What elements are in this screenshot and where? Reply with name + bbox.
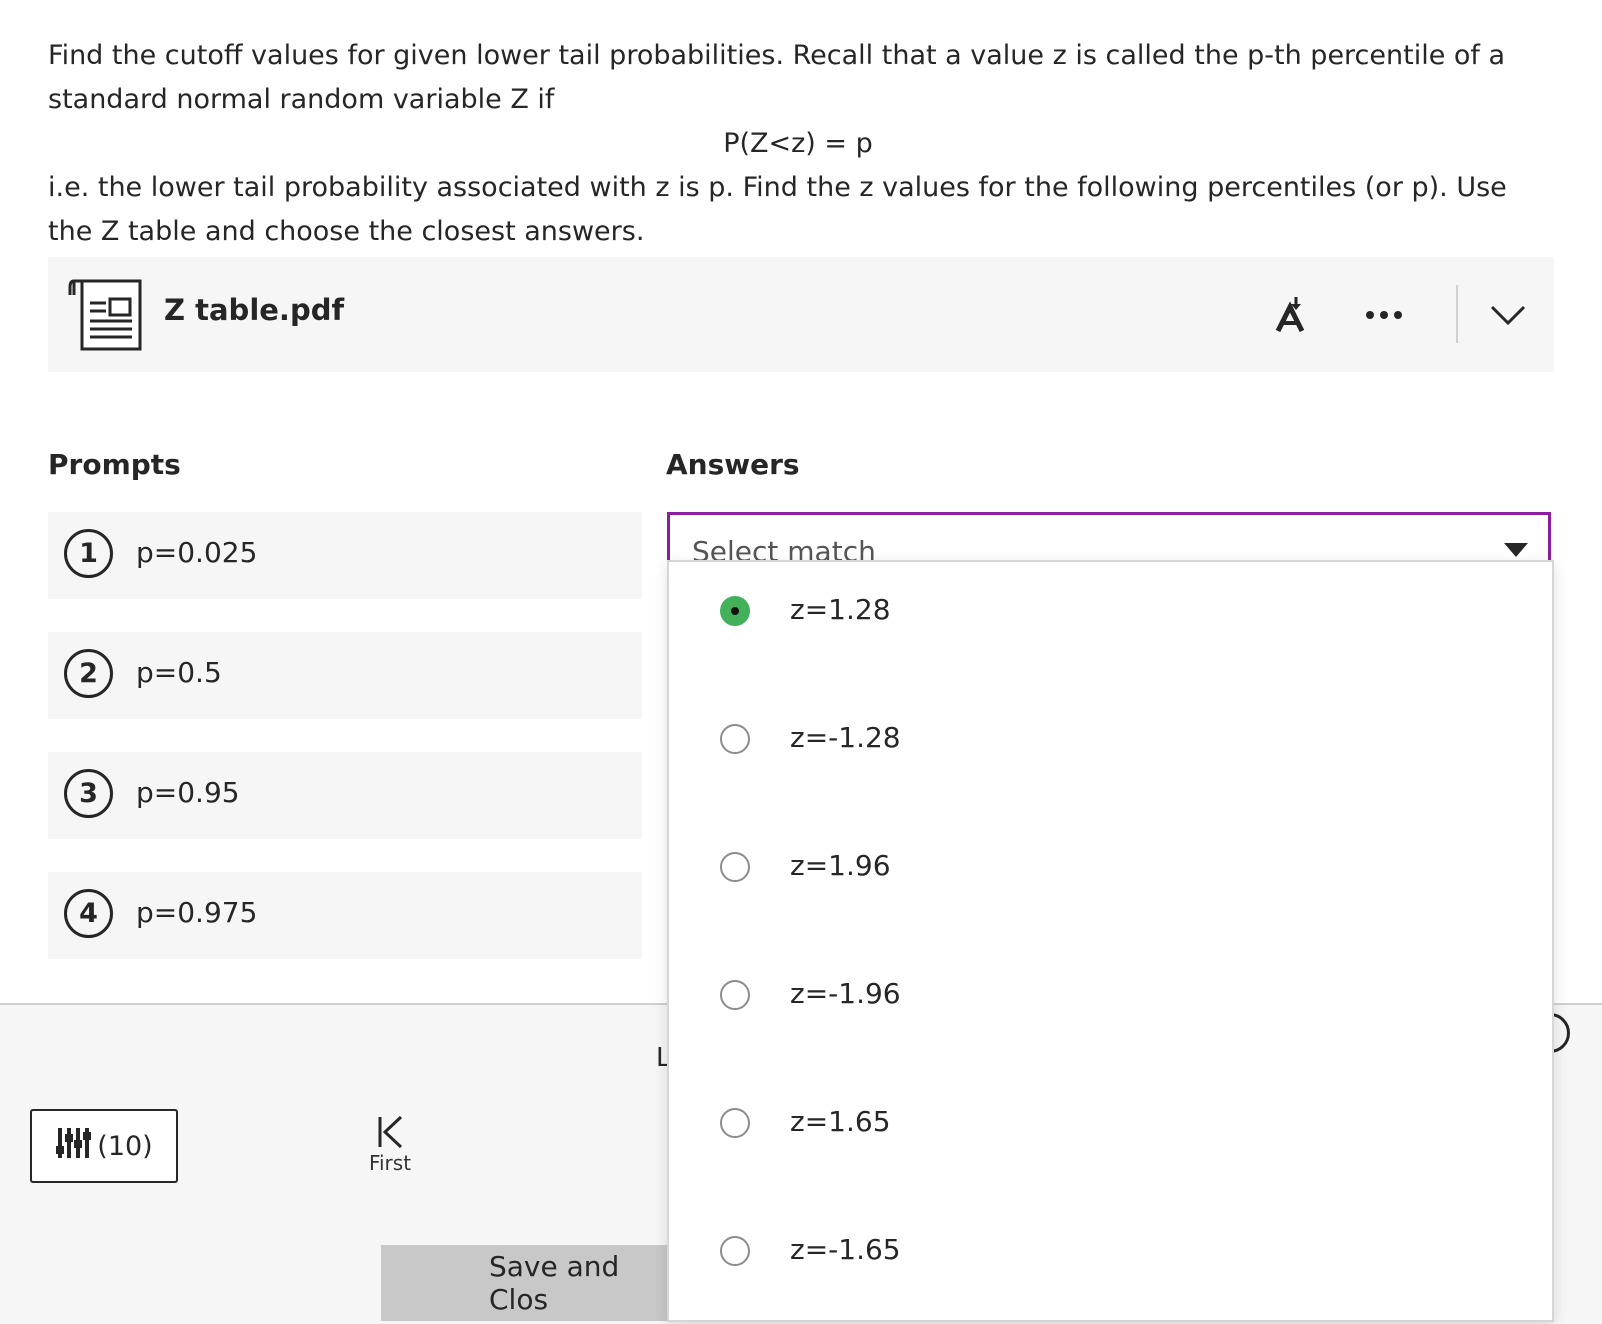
accessibility-download-icon[interactable] — [1262, 285, 1322, 345]
prompt-text: p=0.025 — [136, 536, 258, 569]
prompt-text: p=0.975 — [136, 896, 258, 929]
answer-option[interactable]: z=1.28 — [669, 562, 1552, 690]
prompt-number: 2 — [64, 649, 113, 698]
answer-option[interactable]: z=-1.96 — [669, 946, 1552, 1074]
prompt-item: 1 p=0.025 — [48, 512, 642, 599]
radio-unselected[interactable] — [720, 1236, 750, 1266]
answers-heading: Answers — [666, 448, 800, 481]
first-question-button[interactable]: First — [350, 1115, 430, 1175]
answer-option[interactable]: z=1.96 — [669, 818, 1552, 946]
question-formula: P(Z<z) = p — [723, 128, 873, 159]
prompts-heading: Prompts — [48, 448, 181, 481]
document-icon — [68, 275, 144, 353]
radio-unselected[interactable] — [720, 852, 750, 882]
filter-sliders-icon — [55, 1126, 92, 1167]
answer-dropdown-list: z=1.28 z=-1.28 z=1.96 z=-1.96 z=1.65 z=-… — [667, 560, 1554, 1322]
prompt-number: 4 — [64, 889, 113, 938]
radio-unselected[interactable] — [720, 980, 750, 1010]
radio-unselected[interactable] — [720, 1108, 750, 1138]
question-filter-button[interactable]: (10) — [30, 1109, 178, 1183]
filter-count: (10) — [97, 1130, 153, 1162]
caret-down-icon[interactable] — [1504, 543, 1528, 557]
question-intro: Find the cutoff values for given lower t… — [48, 40, 1506, 115]
option-label: z=1.96 — [790, 849, 891, 882]
answer-option[interactable]: z=-1.65 — [669, 1202, 1552, 1320]
toolbar-divider — [1456, 285, 1458, 343]
prompt-item: 3 p=0.95 — [48, 752, 642, 839]
chevron-down-icon[interactable] — [1478, 285, 1538, 345]
question-instructions: i.e. the lower tail probability associat… — [48, 172, 1507, 247]
first-label: First — [368, 1151, 412, 1175]
prompt-number: 1 — [64, 529, 113, 578]
answer-option[interactable]: z=-1.28 — [669, 690, 1552, 818]
prompt-number: 3 — [64, 769, 113, 818]
prompt-item: 2 p=0.5 — [48, 632, 642, 719]
option-label: z=1.28 — [790, 593, 891, 626]
radio-unselected[interactable] — [720, 724, 750, 754]
prompt-text: p=0.95 — [136, 776, 240, 809]
answer-select[interactable]: Select match — [667, 512, 1551, 568]
more-options-icon[interactable] — [1354, 285, 1414, 345]
radio-selected[interactable] — [720, 596, 750, 626]
prompt-text: p=0.5 — [136, 656, 222, 689]
save-and-close-button[interactable]: Save and Clos — [381, 1245, 681, 1321]
attachment-file-name[interactable]: Z table.pdf — [164, 293, 344, 327]
prompt-item: 4 p=0.975 — [48, 872, 642, 959]
attachment-bar: Z table.pdf — [48, 257, 1554, 372]
option-label: z=-1.65 — [790, 1233, 901, 1266]
question-text: Find the cutoff values for given lower t… — [48, 34, 1548, 254]
option-label: z=-1.28 — [790, 721, 901, 754]
option-label: z=-1.96 — [790, 977, 901, 1010]
answer-option[interactable]: z=1.65 — [669, 1074, 1552, 1202]
option-label: z=1.65 — [790, 1105, 891, 1138]
